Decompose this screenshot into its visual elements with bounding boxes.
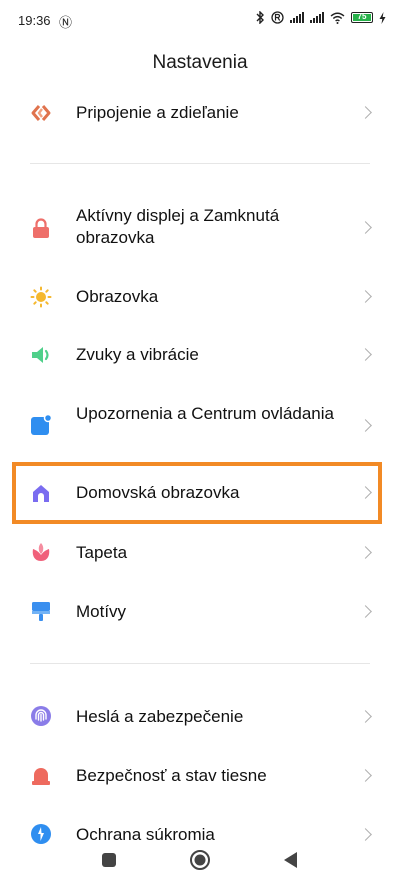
- navigation-bar: [0, 839, 400, 889]
- divider: [30, 163, 370, 164]
- chevron-right-icon: [359, 605, 372, 618]
- settings-item-label: Upozornenia a Centrum ovládania: [76, 404, 334, 423]
- settings-item-label: Tapeta: [76, 543, 128, 562]
- settings-item-emergency[interactable]: Bezpečnosť a stav tiesne: [0, 759, 400, 793]
- signal-icon: [290, 12, 304, 23]
- clock: 19:36: [18, 13, 51, 28]
- divider: [30, 663, 370, 664]
- alarm-icon: [32, 768, 50, 785]
- nfc-icon: Ⓝ: [59, 15, 73, 30]
- status-bar: 19:36 Ⓝ 75: [0, 0, 400, 40]
- chevron-right-icon: [359, 546, 372, 559]
- recents-button[interactable]: [101, 852, 117, 868]
- settings-item-label: Bezpečnosť a stav tiesne: [76, 766, 267, 785]
- lock-icon: [33, 218, 49, 238]
- notification-icon: [31, 414, 52, 435]
- charging-icon: [379, 11, 386, 24]
- status-icons: 75: [256, 11, 386, 24]
- settings-item-sounds[interactable]: Zvuky a vibrácie: [0, 338, 400, 372]
- settings-item-label: Heslá a zabezpečenie: [76, 707, 244, 726]
- settings-item-label: Aktívny displej a Zamknutá obrazovka: [76, 206, 280, 247]
- settings-item-display[interactable]: Obrazovka: [0, 280, 400, 314]
- settings-item-lock-screen[interactable]: Aktívny displej a Zamknutá obrazovka: [0, 200, 400, 256]
- home-button[interactable]: [189, 849, 211, 871]
- settings-item-passwords-security[interactable]: Heslá a zabezpečenie: [0, 700, 400, 734]
- wifi-icon: [330, 12, 345, 24]
- chevron-right-icon: [359, 710, 372, 723]
- chevron-right-icon: [359, 419, 372, 432]
- fingerprint-icon: [31, 706, 51, 726]
- battery-level: 75: [357, 12, 367, 21]
- share-icon: [31, 105, 51, 121]
- settings-item-label: Obrazovka: [76, 287, 159, 306]
- registered-icon: [271, 11, 284, 24]
- chevron-right-icon: [359, 290, 372, 303]
- signal-2-icon: [310, 12, 324, 23]
- settings-item-wallpaper[interactable]: Tapeta: [0, 536, 400, 570]
- flower-icon: [32, 543, 50, 561]
- battery-icon: 75: [351, 12, 373, 23]
- brush-icon: [32, 602, 50, 621]
- settings-item-label: Zvuky a vibrácie: [76, 345, 199, 364]
- page-title: Nastavenia: [152, 52, 248, 73]
- settings-item-themes[interactable]: Motívy: [0, 595, 400, 629]
- sun-icon: [30, 286, 52, 308]
- chevron-right-icon: [359, 106, 372, 119]
- back-button[interactable]: [282, 851, 298, 869]
- chevron-right-icon: [359, 221, 372, 234]
- settings-item-connection-sharing[interactable]: Pripojenie a zdieľanie: [0, 96, 400, 130]
- settings-item-notifications[interactable]: Upozornenia a Centrum ovládania: [0, 398, 400, 454]
- bluetooth-icon: [256, 11, 264, 24]
- speaker-icon: [32, 347, 49, 363]
- chevron-right-icon: [359, 769, 372, 782]
- settings-item-label: Motívy: [76, 602, 127, 621]
- chevron-right-icon: [359, 348, 372, 361]
- highlight-box: [12, 462, 382, 524]
- settings-item-label: Pripojenie a zdieľanie: [76, 103, 239, 122]
